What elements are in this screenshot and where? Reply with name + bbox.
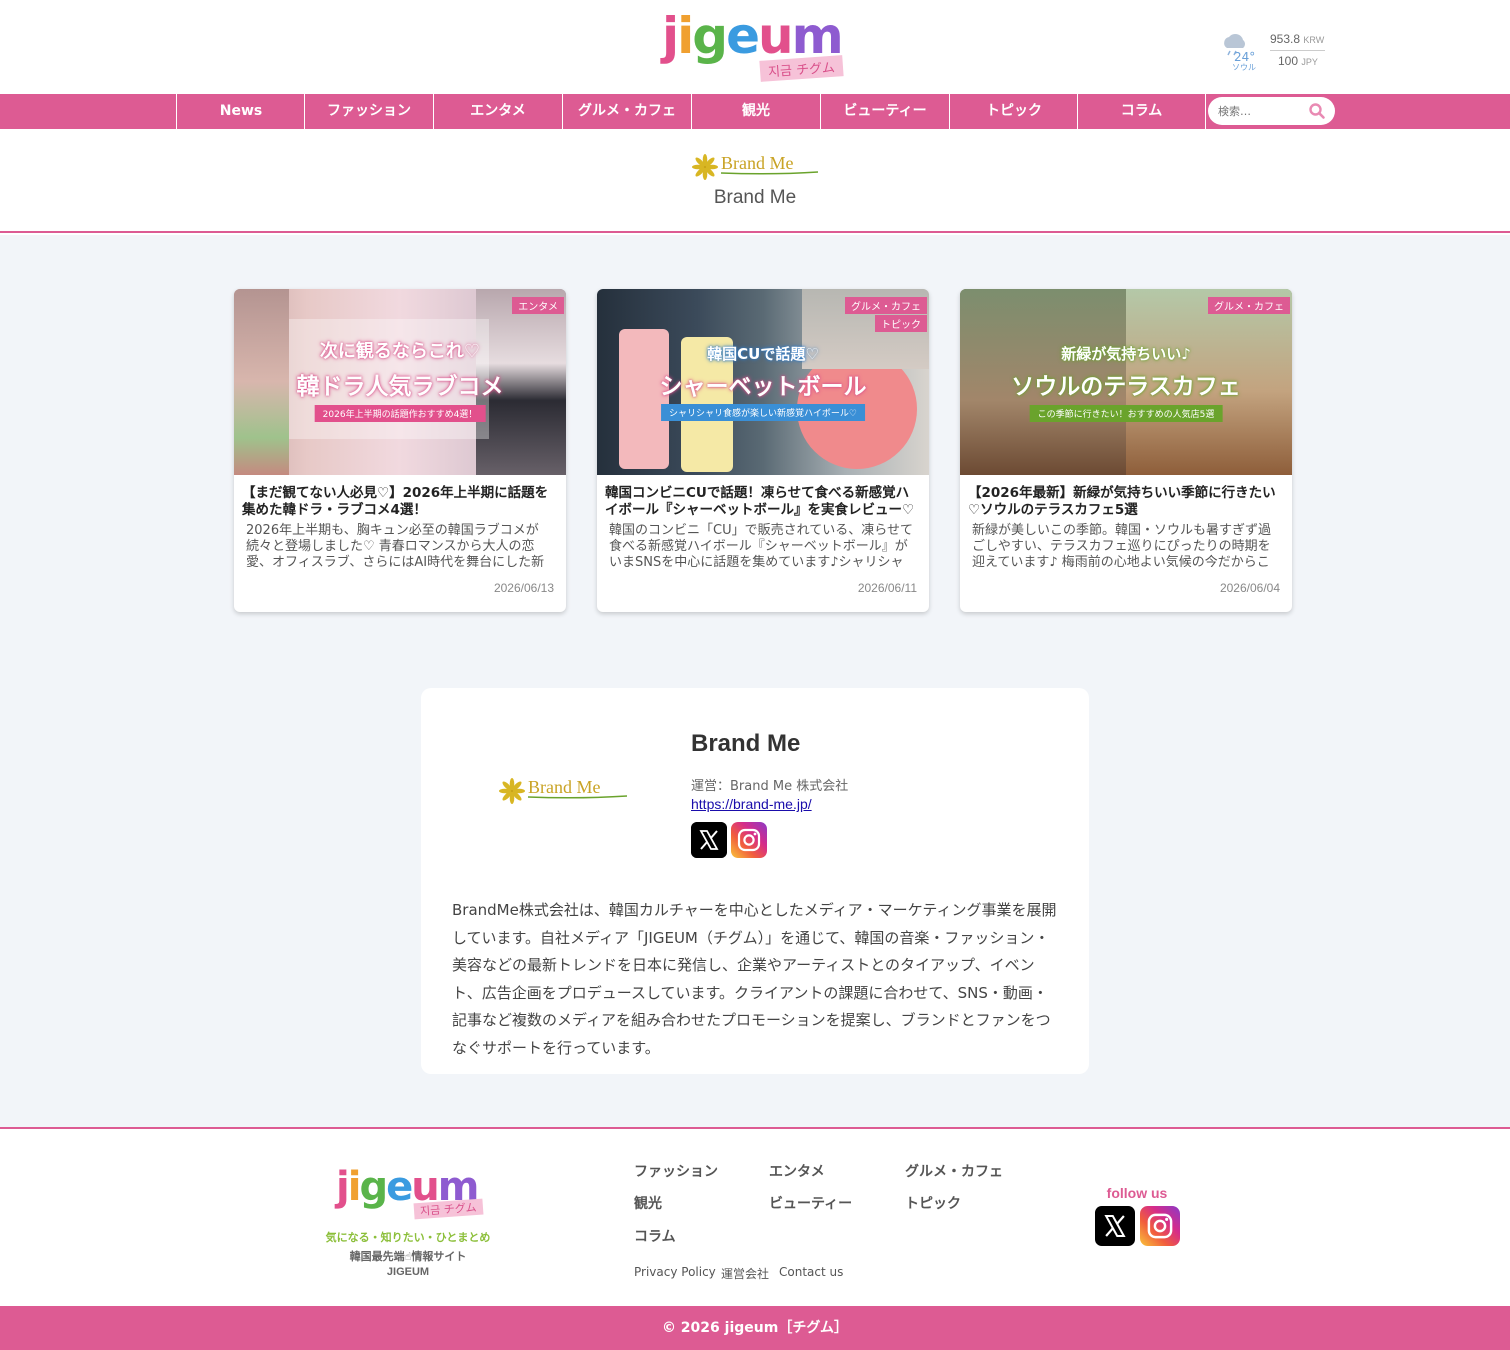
main-nav: News ファッション エンタメ グルメ・カフェ 観光 ビューティー トピック …: [0, 94, 1510, 129]
svg-text:Brand Me: Brand Me: [528, 777, 600, 797]
category-tag[interactable]: グルメ・カフェ: [1208, 297, 1290, 314]
nav-item-gourmet[interactable]: グルメ・カフェ: [562, 94, 691, 129]
footer-link-contact[interactable]: Contact us: [779, 1265, 843, 1279]
tag-list: グルメ・カフェ トピック: [845, 297, 927, 332]
article-excerpt: 新緑が美しいこの季節。韓国・ソウルも暑すぎず過ごしやすい、テラスカフェ巡りにぴっ…: [972, 523, 1272, 567]
nav-item-entame[interactable]: エンタメ: [433, 94, 562, 129]
nav-item-news[interactable]: News: [176, 94, 305, 129]
nav-item-fashion[interactable]: ファッション: [304, 94, 433, 129]
currency-jpy: 100 JPY: [1278, 54, 1318, 68]
footer-link-gourmet[interactable]: グルメ・カフェ: [905, 1161, 1003, 1181]
site-footer: jigeum 지금 チグム 気になる・知りたい・ひとまとめ 韓国最先端☝情報サイ…: [0, 1127, 1510, 1306]
x-icon[interactable]: [691, 822, 727, 858]
profile-description: BrandMe株式会社は、韓国カルチャーを中心としたメディア・マーケティング事業…: [452, 901, 1057, 1057]
nav-item-column[interactable]: コラム: [1077, 94, 1206, 129]
search-input[interactable]: [1218, 102, 1308, 120]
footer-logo-sub: 지금 チグム: [413, 1198, 484, 1220]
brand-me-logo: Brand Me: [692, 153, 819, 180]
article-title[interactable]: 韓国コンビニCUで話題！凍らせて食べる新感覚ハイボール『シャーベットボール』を実…: [597, 475, 929, 519]
tag-list: エンタメ: [512, 297, 564, 314]
article-thumbnail[interactable]: 韓国CUで話題♡ シャーベットボール シャリシャリ食感が楽しい新感覚ハイボール♡…: [597, 289, 929, 475]
article-thumbnail[interactable]: 次に観るならこれ♡ 韓ドラ人気ラブコメ 2026年上半期の話題作おすすめ4選！ …: [234, 289, 566, 475]
article-excerpt: 2026年上半期も、胸キュン必至の韓国ラブコメが続々と登場しました♡ 青春ロマン…: [246, 523, 545, 567]
profile-name: Brand Me: [691, 730, 801, 757]
profile-operator: 運営：Brand Me 株式会社: [691, 779, 849, 794]
footer-logo[interactable]: jigeum 지금 チグム: [336, 1163, 486, 1223]
profile-url-link[interactable]: https://brand-me.jp/: [691, 796, 812, 812]
footer-link-fashion[interactable]: ファッション: [634, 1161, 718, 1181]
footer-link-topic[interactable]: トピック: [905, 1193, 961, 1213]
brand-name: Brand Me: [713, 187, 797, 208]
article-card[interactable]: 韓国CUで話題♡ シャーベットボール シャリシャリ食感が楽しい新感覚ハイボール♡…: [597, 289, 929, 612]
main-content: 次に観るならこれ♡ 韓ドラ人気ラブコメ 2026年上半期の話題作おすすめ4選！ …: [0, 235, 1510, 1127]
article-card[interactable]: 新緑が気持ちいい♪ ソウルのテラスカフェ この季節に行きたい！おすすめの人気店5…: [960, 289, 1292, 612]
currency-divider: [1270, 50, 1325, 51]
footer-link-column[interactable]: コラム: [634, 1226, 676, 1246]
currency-krw: 953.8 KRW: [1270, 32, 1325, 46]
category-tag[interactable]: グルメ・カフェ: [845, 297, 927, 314]
weather-city: ソウル: [1232, 63, 1256, 72]
footer-link-privacy[interactable]: Privacy Policy: [634, 1265, 716, 1279]
logo-sub: 지금 チグム: [759, 55, 844, 82]
article-excerpt: 韓国のコンビニ「CU」で販売されている、凍らせて食べる新感覚ハイボール『シャーベ…: [609, 523, 913, 567]
brand-profile: Brand Me Brand Me 運営：Brand Me 株式会社 https…: [421, 688, 1089, 1074]
category-tag[interactable]: エンタメ: [512, 297, 564, 314]
copyright-bar: © 2026 jigeum［チグム］: [0, 1306, 1510, 1350]
thumb-line1: 韓国CUで話題♡: [707, 345, 819, 363]
thumb-line2: シャーベットボール: [659, 374, 867, 400]
footer-site-name: JIGEUM: [386, 1266, 430, 1278]
thumb-bar: 2026年上半期の話題作おすすめ4選！: [314, 405, 486, 422]
thumb-line1: 新緑が気持ちいい♪: [1061, 345, 1191, 363]
footer-link-company[interactable]: 運営会社: [721, 1265, 769, 1282]
article-card[interactable]: 次に観るならこれ♡ 韓ドラ人気ラブコメ 2026年上半期の話題作おすすめ4選！ …: [234, 289, 566, 612]
footer-link-kanko[interactable]: 観光: [634, 1193, 662, 1213]
category-tag[interactable]: トピック: [875, 315, 927, 332]
profile-sns: [691, 822, 771, 858]
article-date: 2026/06/04: [1219, 581, 1280, 595]
nav-item-beauty[interactable]: ビューティー: [820, 94, 949, 129]
instagram-icon[interactable]: [1140, 1206, 1180, 1246]
site-logo[interactable]: jigeum 지금 チグム: [662, 6, 852, 82]
footer-slogan: 気になる・知りたい・ひとまとめ: [325, 1231, 491, 1244]
tag-list: グルメ・カフェ: [1208, 297, 1290, 314]
thumb-line2: 韓ドラ人気ラブコメ: [296, 374, 504, 400]
article-date: 2026/06/13: [493, 581, 554, 595]
article-title[interactable]: 【まだ観てない人必見♡】2026年上半期に話題を集めた韓ドラ・ラブコメ4選！: [234, 475, 566, 519]
nav-item-kanko[interactable]: 観光: [691, 94, 820, 129]
search-box: [1208, 97, 1335, 125]
article-title[interactable]: 【2026年最新】新緑が気持ちいい季節に行きたい♡ソウルのテラスカフェ5選: [960, 475, 1292, 519]
search-icon[interactable]: [1308, 102, 1326, 120]
footer-subtitle: 韓国最先端☝情報サイト: [349, 1250, 467, 1263]
thumb-bar: シャリシャリ食感が楽しい新感覚ハイボール♡: [661, 404, 865, 421]
thumb-line2: ソウルのテラスカフェ: [1011, 374, 1241, 400]
follow-us-label: follow us: [1106, 1185, 1168, 1201]
brand-header: Brand Me Brand Me: [0, 129, 1510, 233]
x-icon[interactable]: [1095, 1206, 1135, 1246]
site-header: jigeum 지금 チグム 24° ソウル 953.8 KRW 100 JPY: [0, 0, 1510, 94]
instagram-icon[interactable]: [731, 822, 767, 858]
thumb-line1: 次に観るならこれ♡: [319, 341, 481, 362]
nav-item-topic[interactable]: トピック: [949, 94, 1078, 129]
svg-text:Brand Me: Brand Me: [721, 153, 793, 173]
weather-widget: 24° ソウル 953.8 KRW 100 JPY: [1220, 30, 1330, 75]
thumb-bar: この季節に行きたい！おすすめの人気店5選: [1029, 405, 1223, 422]
brand-me-logo: Brand Me: [499, 777, 628, 804]
article-thumbnail[interactable]: 新緑が気持ちいい♪ ソウルのテラスカフェ この季節に行きたい！おすすめの人気店5…: [960, 289, 1292, 475]
footer-link-beauty[interactable]: ビューティー: [769, 1193, 852, 1213]
footer-link-entame[interactable]: エンタメ: [769, 1161, 825, 1181]
article-date: 2026/06/11: [857, 581, 917, 595]
